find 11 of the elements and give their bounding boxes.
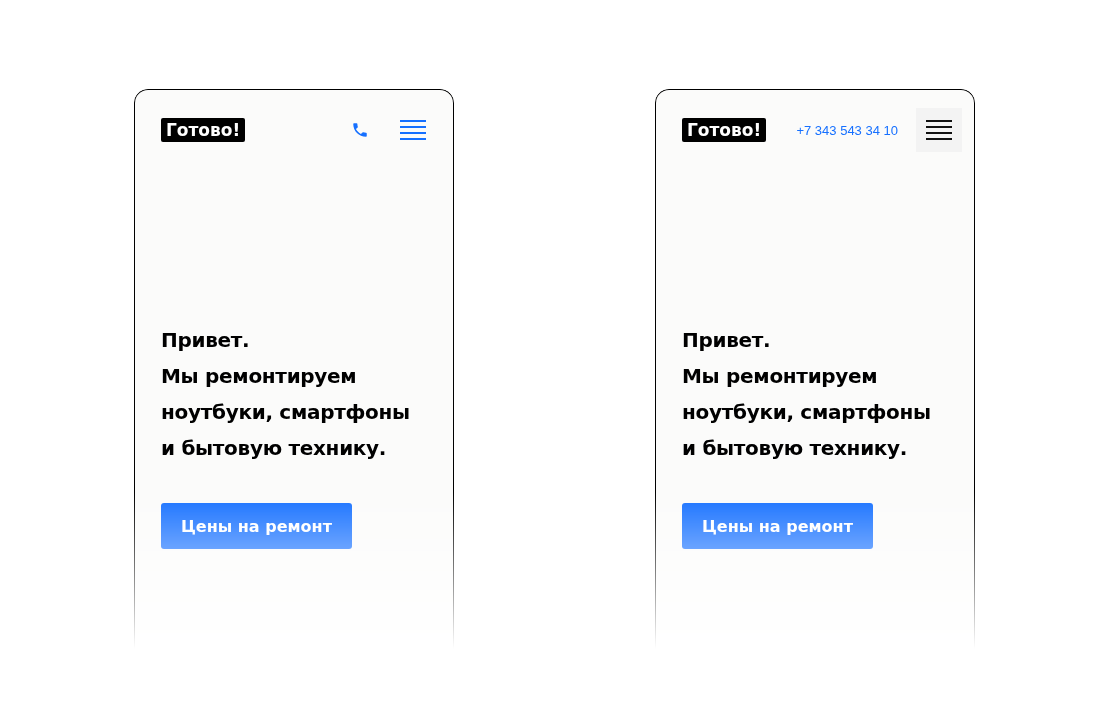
menu-button[interactable] [916,108,962,152]
headline: Привет. Мы ремонтируем ноутбуки, смартфоны и бытовую технику. [161,327,411,462]
menu-icon [926,120,952,140]
headline: Привет. Мы ремонтируем ноутбуки, смартфоны и бытовую технику. [682,327,932,462]
logo[interactable]: Готово! [161,118,246,142]
phone-icon[interactable] [351,121,369,139]
phone-number-link[interactable]: +7 343 543 34 10 [796,122,898,138]
prices-button[interactable]: Цены на ремонт [682,503,873,549]
prices-button[interactable]: Цены на ремонт [161,503,352,549]
menu-icon [400,120,426,140]
logo[interactable]: Готово! [682,118,767,142]
